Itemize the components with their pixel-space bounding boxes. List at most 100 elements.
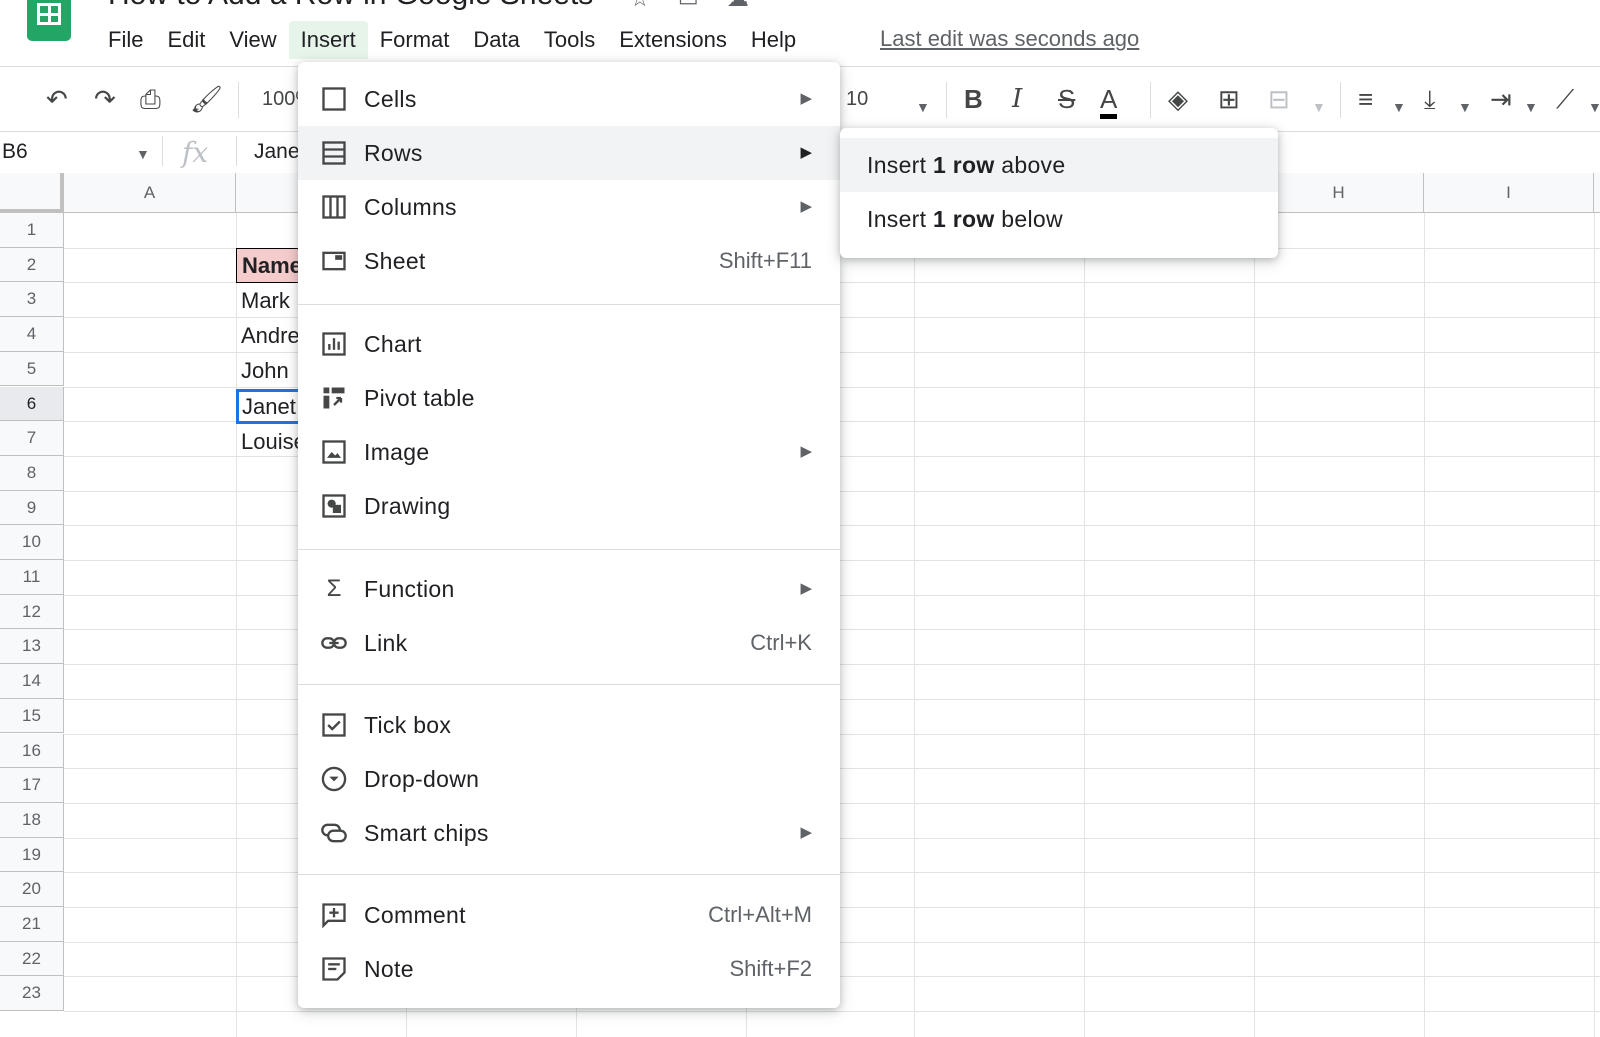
smart-chips-icon — [321, 823, 347, 843]
columns-icon — [322, 195, 346, 219]
merge-caret-icon[interactable]: ▼ — [1312, 90, 1326, 124]
note-icon — [322, 957, 346, 981]
column-header-a[interactable]: A — [64, 173, 236, 213]
document-title[interactable]: How to Add a Row in Google Sheets — [108, 0, 593, 12]
row-header[interactable]: 3 — [0, 282, 64, 318]
horizontal-align-icon[interactable]: ≡ — [1358, 82, 1373, 116]
undo-icon[interactable]: ↶ — [46, 82, 68, 116]
font-size-select[interactable]: 10 — [846, 82, 868, 116]
row-header[interactable]: 6 — [0, 386, 64, 422]
wrap-caret-icon[interactable]: ▼ — [1524, 90, 1538, 124]
menu-item-label: Chart — [364, 331, 422, 357]
menu-item-label: Drop-down — [364, 766, 480, 792]
checkbox-icon — [322, 713, 346, 737]
move-folder-icon[interactable]: ▭ — [678, 0, 699, 12]
rotation-caret-icon[interactable]: ▼ — [1588, 90, 1600, 124]
cloud-status-icon[interactable]: ☁ — [727, 0, 749, 12]
row-header[interactable]: 19 — [0, 837, 64, 873]
font-size-caret-icon[interactable]: ▼ — [916, 90, 930, 124]
menu-item-image[interactable]: Image ▶ — [298, 425, 840, 479]
dropdown-icon — [321, 766, 347, 792]
menu-item-tick-box[interactable]: Tick box — [298, 698, 840, 752]
menu-format[interactable]: Format — [368, 21, 462, 59]
redo-icon[interactable]: ↷ — [94, 82, 116, 116]
menu-item-drop-down[interactable]: Drop-down — [298, 752, 840, 806]
align-caret-icon[interactable]: ▼ — [1392, 90, 1406, 124]
shortcut-text: Ctrl+Alt+M — [708, 902, 812, 927]
menu-bar: File Edit View Insert Format Data Tools … — [96, 20, 808, 60]
text-rotation-icon[interactable]: ⟋ — [1556, 82, 1574, 116]
insert-row-below-option[interactable]: Insert 1 row below — [840, 192, 1278, 246]
row-header[interactable]: 8 — [0, 455, 64, 491]
row-header[interactable]: 12 — [0, 594, 64, 630]
paint-format-icon[interactable]: 🖌 — [190, 82, 223, 116]
menu-item-rows[interactable]: Rows ▶ — [298, 126, 840, 180]
submenu-arrow-icon: ▶ — [800, 580, 812, 597]
menu-item-link[interactable]: Link Ctrl+K — [298, 616, 840, 670]
shortcut-text: Shift+F11 — [718, 248, 812, 273]
sheets-logo-icon[interactable] — [27, 0, 71, 41]
menu-item-cells[interactable]: Cells ▶ — [298, 72, 840, 126]
menu-item-function[interactable]: Σ Function ▶ — [298, 562, 840, 616]
menu-help[interactable]: Help — [739, 21, 808, 59]
insert-row-above-option[interactable]: Insert 1 row above — [840, 138, 1278, 192]
row-header[interactable]: 2 — [0, 247, 64, 283]
italic-icon[interactable]: I — [1012, 82, 1022, 116]
menu-item-note[interactable]: Note Shift+F2 — [298, 942, 840, 996]
row-header[interactable]: 17 — [0, 768, 64, 803]
menu-item-columns[interactable]: Columns ▶ — [298, 180, 840, 234]
menu-item-pivot-table[interactable]: Pivot table — [298, 371, 840, 425]
last-edit-link[interactable]: Last edit was seconds ago — [880, 26, 1139, 52]
name-box-caret-icon[interactable]: ▼ — [136, 146, 150, 162]
menu-item-label: Drawing — [364, 493, 451, 519]
select-all-corner[interactable] — [0, 173, 64, 213]
fx-icon: fx — [182, 136, 209, 169]
column-header-i[interactable]: I — [1424, 173, 1594, 213]
row-header[interactable]: 18 — [0, 802, 64, 838]
menu-tools[interactable]: Tools — [532, 21, 607, 59]
vertical-align-icon[interactable]: ⤓ — [1424, 82, 1436, 116]
menu-edit[interactable]: Edit — [155, 21, 217, 59]
bold-icon[interactable]: B — [964, 82, 983, 116]
row-header[interactable]: 16 — [0, 733, 64, 769]
menu-view[interactable]: View — [217, 21, 288, 59]
row-header[interactable]: 7 — [0, 421, 64, 456]
menu-file[interactable]: File — [96, 21, 155, 59]
text-wrap-icon[interactable]: ⇥ — [1490, 82, 1512, 116]
menu-insert[interactable]: Insert — [288, 21, 368, 59]
menu-item-label: Pivot table — [364, 385, 475, 411]
row-header[interactable]: 13 — [0, 629, 64, 665]
fill-color-icon[interactable]: ◈ — [1168, 82, 1188, 116]
row-header[interactable]: 22 — [0, 941, 64, 977]
menu-item-label: Rows — [364, 140, 423, 166]
row-header[interactable]: 4 — [0, 317, 64, 352]
row-header[interactable]: 23 — [0, 976, 64, 1012]
row-header[interactable]: 21 — [0, 907, 64, 942]
merge-cells-icon[interactable]: ⊟ — [1268, 82, 1290, 116]
row-header[interactable]: 15 — [0, 698, 64, 734]
valign-caret-icon[interactable]: ▼ — [1458, 90, 1472, 124]
menu-item-drawing[interactable]: Drawing — [298, 479, 840, 533]
row-header[interactable]: 1 — [0, 213, 64, 248]
row-header[interactable]: 10 — [0, 525, 64, 560]
submenu-arrow-icon: ▶ — [800, 144, 812, 161]
strikethrough-icon[interactable]: S — [1058, 82, 1075, 116]
menu-data[interactable]: Data — [461, 21, 531, 59]
row-header[interactable]: 9 — [0, 490, 64, 526]
name-box[interactable]: B6 — [2, 140, 28, 164]
row-header[interactable]: 14 — [0, 664, 64, 699]
column-header-h[interactable]: H — [1254, 173, 1424, 213]
row-header[interactable]: 11 — [0, 560, 64, 595]
menu-item-chart[interactable]: Chart — [298, 317, 840, 371]
menu-extensions[interactable]: Extensions — [607, 21, 739, 59]
menu-item-sheet[interactable]: Sheet Shift+F11 — [298, 234, 840, 288]
menu-item-comment[interactable]: Comment Ctrl+Alt+M — [298, 888, 840, 942]
row-header[interactable]: 20 — [0, 872, 64, 907]
menu-item-smart-chips[interactable]: Smart chips ▶ — [298, 806, 840, 860]
borders-icon[interactable]: ⊞ — [1218, 82, 1240, 116]
text-color-icon[interactable]: A — [1100, 82, 1118, 119]
menu-item-label: Comment — [364, 902, 466, 928]
row-header[interactable]: 5 — [0, 351, 64, 387]
star-icon[interactable]: ☆ — [630, 0, 650, 12]
print-icon[interactable]: ⎙ — [140, 82, 161, 116]
